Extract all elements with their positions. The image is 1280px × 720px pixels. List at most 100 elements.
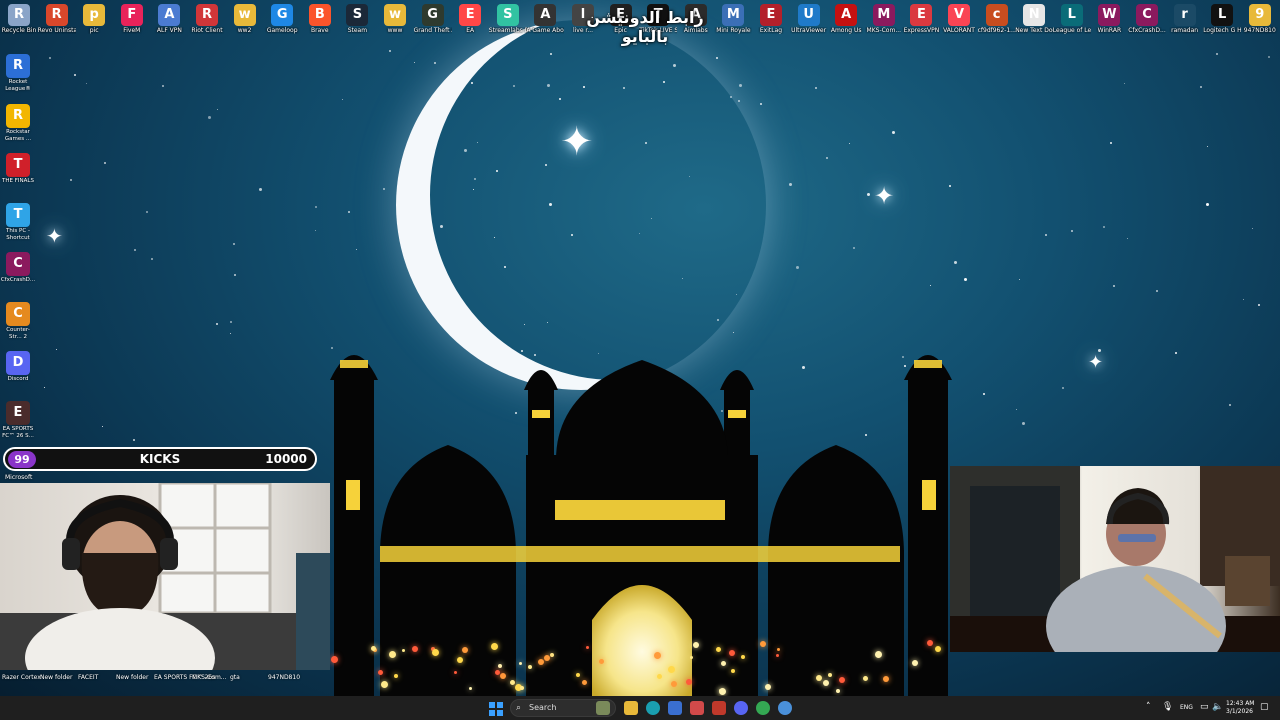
desktop-icon[interactable]: GGrand Theft Auto V — [414, 0, 452, 34]
game-icon: A — [534, 4, 557, 26]
mail-icon[interactable] — [690, 701, 704, 715]
desktop-icon[interactable]: LLogitech G HUB — [1203, 0, 1241, 34]
desktop-icon[interactable]: R Recycle Bin — [0, 0, 38, 34]
desktop-icon[interactable]: W WinRAR — [1090, 0, 1128, 34]
desktop-icon[interactable]: C CfxCrashD... — [0, 252, 36, 284]
desktop-icon[interactable]: T THE FINALS — [0, 153, 36, 185]
edge-icon[interactable] — [646, 701, 660, 715]
volume-icon[interactable]: 🔈 — [1212, 702, 1223, 712]
widgets-icon[interactable] — [596, 701, 610, 715]
desktop-icon-label: www — [387, 27, 403, 34]
desktop-icon[interactable]: M MKS-Com... — [865, 0, 903, 34]
desktop-icon[interactable]: NNew Text Document — [1015, 0, 1053, 34]
tray-mic-icon[interactable]: 🎙 — [1162, 702, 1173, 712]
streamlabs-icon: S — [496, 4, 519, 26]
discord-icon[interactable] — [734, 701, 748, 715]
desktop-icon-label[interactable]: 947ND810 — [268, 674, 300, 681]
desktop-icon[interactable]: E ExitLag — [752, 0, 790, 34]
star — [216, 323, 218, 325]
language-indicator[interactable]: ENG — [1180, 704, 1193, 711]
desktop-icon[interactable]: SStreamlabs Desktop — [489, 0, 527, 34]
desktop-icon[interactable]: V VALORANT — [940, 0, 978, 34]
desktop-icon[interactable]: M Mini Royale — [714, 0, 752, 34]
taskbar-pinned-app-icon[interactable] — [778, 701, 792, 715]
star — [867, 193, 870, 196]
desktop-icon[interactable]: 9 947ND810 — [1241, 0, 1279, 34]
desktop-icon[interactable]: A ALF VPN — [150, 0, 188, 34]
desktop-icon[interactable]: w ww2 — [226, 0, 264, 34]
desktop-icon[interactable]: U UltraViewer — [790, 0, 828, 34]
star — [760, 103, 762, 105]
star — [1216, 53, 1218, 55]
desktop-icon[interactable]: D Discord — [0, 351, 36, 383]
star — [789, 183, 792, 186]
desktop-icon[interactable]: E EA SPORTS FC™ 26 S... — [0, 400, 36, 440]
lantern-light — [863, 676, 868, 681]
gta-icon: G — [421, 4, 444, 26]
star — [738, 100, 740, 102]
desktop-icon[interactable]: R Rockstar Games ... — [0, 103, 36, 143]
desktop-icon[interactable]: E ExpressVPN — [902, 0, 940, 34]
desktop-icon[interactable]: r ramadan — [1166, 0, 1204, 34]
desktop-icon[interactable]: B Brave — [301, 0, 339, 34]
desktop-icon-label: WinRAR — [1097, 27, 1122, 34]
rocket-league-icon: R — [6, 54, 30, 78]
desktop-icon[interactable]: C CfxCrashD... — [1128, 0, 1166, 34]
desktop-icon[interactable]: A Among Us — [827, 0, 865, 34]
discord-icon: D — [6, 351, 30, 375]
desktop-icon-label[interactable]: FACEIT — [78, 674, 98, 681]
desktop-icon-label[interactable]: gta — [230, 674, 240, 681]
folder-icon: p — [83, 4, 106, 26]
desktop-icon[interactable]: w www — [376, 0, 414, 34]
tray-chevron-icon[interactable]: ˄ — [1146, 702, 1151, 712]
lantern-light — [491, 643, 498, 650]
clock-time[interactable]: 12:43 AM — [1226, 700, 1254, 707]
clock-date[interactable]: 3/1/2026 — [1226, 708, 1253, 715]
desktop-icon-label: Steam — [347, 27, 368, 34]
lantern-light — [432, 649, 439, 656]
desktop-icon[interactable]: R Riot Client — [188, 0, 226, 34]
lantern-light — [760, 641, 766, 647]
start-icon[interactable] — [489, 701, 503, 716]
desktop-icon-label[interactable]: New folder — [40, 674, 72, 681]
desktop-icon[interactable]: LLeague of Legends — [1053, 0, 1091, 34]
desktop-icon-label[interactable]: Razer Cortex — [2, 674, 41, 681]
desktop-icon[interactable]: E EA — [451, 0, 489, 34]
lantern-light — [716, 647, 721, 652]
desktop-icon[interactable]: R Rocket League® — [0, 54, 36, 93]
star — [151, 258, 153, 260]
revo-icon: R — [45, 4, 68, 26]
taskbar-app-icon[interactable] — [712, 701, 726, 715]
network-icon[interactable]: ▭ — [1200, 702, 1209, 712]
desktop-icon-label: EA SPORTS FC™ 26 S... — [2, 425, 34, 439]
desktop-icon-label[interactable]: MKS-Com... — [192, 674, 227, 681]
lantern-light — [741, 655, 745, 659]
desktop-icon[interactable]: AA Game About D... — [526, 0, 564, 34]
desktop-icon[interactable]: G Gameloop — [263, 0, 301, 34]
star — [1127, 238, 1128, 239]
sparkle-star-left: ✦ — [46, 224, 63, 248]
desktop-icon[interactable]: F FiveM — [113, 0, 151, 34]
desktop-icon[interactable]: c cf9df962-1... — [978, 0, 1016, 34]
notification-icon[interactable]: ▢ — [1260, 702, 1269, 712]
star — [342, 99, 343, 100]
desktop-icon[interactable]: RRevo Uninstaller — [38, 0, 76, 34]
desktop-icon[interactable]: C Counter-Str... 2 — [0, 301, 36, 341]
chrome-icon[interactable] — [756, 701, 770, 715]
lantern-light — [576, 673, 580, 677]
desktop-icon[interactable]: p pic — [75, 0, 113, 34]
store-icon[interactable] — [668, 701, 682, 715]
guest-webcam-right — [950, 466, 1280, 652]
desktop-icon[interactable]: S Steam — [338, 0, 376, 34]
star — [233, 243, 235, 245]
desktop-icon-label: Among Us — [830, 27, 862, 34]
star — [104, 162, 106, 164]
lantern-light — [935, 646, 941, 652]
lantern-light — [927, 640, 933, 646]
file-explorer-icon[interactable] — [624, 701, 638, 715]
star — [1019, 279, 1020, 280]
folder-icon: w — [233, 4, 256, 26]
desktop-icon-label[interactable]: New folder — [116, 674, 148, 681]
desktop-icon[interactable]: T This PC - Shortcut — [0, 202, 36, 242]
star — [1113, 285, 1115, 287]
